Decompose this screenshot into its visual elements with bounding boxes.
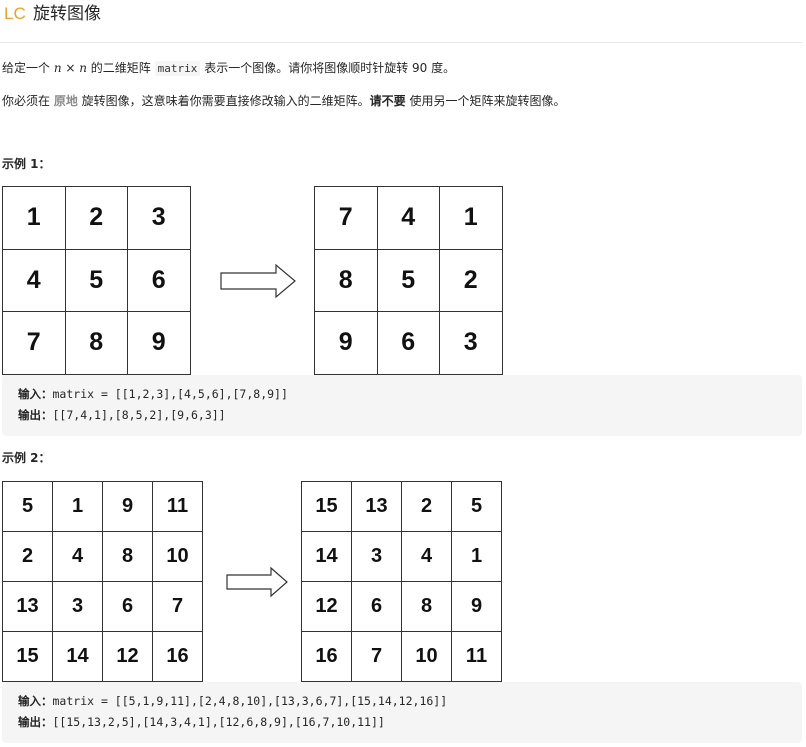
text: × [61, 61, 80, 75]
problem-page: LC 旋转图像 给定一个 n × n 的二维矩阵 matrix 表示一个图像。请… [0, 0, 806, 747]
output-label: 输出： [18, 715, 53, 729]
matrix-cell: 1 [452, 532, 502, 582]
matrix-cell: 9 [315, 312, 378, 375]
matrix-cell: 4 [402, 532, 452, 582]
example-1-input-line: 输入：matrix = [[1,2,3],[4,5,6],[7,8,9]] [18, 384, 786, 405]
matrix-cell: 14 [302, 532, 352, 582]
matrix-cell: 9 [128, 312, 191, 375]
matrix-cell: 15 [3, 632, 53, 682]
matrix-cell: 8 [103, 532, 153, 582]
matrix-cell: 7 [153, 582, 203, 632]
text: 旋转图像，这意味着你需要直接修改输入的二维矩阵。 [77, 94, 370, 108]
matrix-cell: 5 [452, 482, 502, 532]
matrix-cell: 3 [440, 312, 503, 375]
output-value: [[7,4,1],[8,5,2],[9,6,3]] [52, 408, 226, 422]
matrix-cell: 15 [302, 482, 352, 532]
matrix-cell: 8 [65, 312, 128, 375]
matrix-cell: 6 [377, 312, 440, 375]
matrix-cell: 3 [53, 582, 103, 632]
right-arrow-icon [226, 566, 288, 598]
matrix-cell: 6 [128, 249, 191, 312]
input-label: 输入： [18, 694, 53, 708]
matrix-cell: 7 [352, 632, 402, 682]
input-value: matrix = [[1,2,3],[4,5,6],[7,8,9]] [52, 387, 288, 401]
matrix-cell: 6 [103, 582, 153, 632]
page-title: 旋转图像 [33, 4, 101, 24]
text: 使用另一个矩阵来旋转图像。 [405, 94, 566, 108]
matrix-cell: 2 [65, 187, 128, 250]
output-label: 输出： [18, 408, 53, 422]
matrix-cell: 5 [65, 249, 128, 312]
matrix-cell: 7 [315, 187, 378, 250]
matrix-cell: 13 [3, 582, 53, 632]
matrix-cell: 3 [352, 532, 402, 582]
matrix-cell: 5 [377, 249, 440, 312]
bold-text: 请不要 [369, 94, 406, 108]
matrix-cell: 9 [452, 582, 502, 632]
description-paragraph-1: 给定一个 n × n 的二维矩阵 matrix 表示一个图像。请你将图像顺时针旋… [2, 60, 455, 77]
leetcode-logo: LC [4, 4, 26, 23]
matrix-cell: 13 [352, 482, 402, 532]
matrix-cell: 10 [153, 532, 203, 582]
matrix-cell: 1 [440, 187, 503, 250]
matrix-cell: 14 [53, 632, 103, 682]
input-label: 输入： [18, 387, 53, 401]
example-2-input-matrix: 5 1 9 11 2 4 8 10 13 3 6 7 15 14 12 16 [2, 481, 203, 682]
variable-n: n [53, 61, 62, 75]
in-place-link[interactable]: 原地 [54, 94, 78, 108]
matrix-cell: 4 [53, 532, 103, 582]
text: 的二维矩阵 [86, 61, 155, 75]
example-1-output-matrix: 741852963 [314, 186, 503, 375]
example-2-title: 示例 2： [2, 451, 51, 465]
matrix-cell: 2 [440, 249, 503, 312]
inline-code: matrix [154, 61, 201, 76]
matrix-cell: 8 [402, 582, 452, 632]
example-2-output-matrix: 15 13 2 5 14 3 4 1 12 6 8 9 16 7 10 11 [301, 481, 502, 682]
matrix-cell: 4 [377, 187, 440, 250]
variable-n: n [79, 61, 87, 75]
matrix-cell: 4 [3, 249, 66, 312]
description-paragraph-2: 你必须在 原地 旋转图像，这意味着你需要直接修改输入的二维矩阵。请不要 使用另一… [2, 93, 566, 109]
right-arrow-icon [220, 263, 296, 299]
matrix-cell: 12 [103, 632, 153, 682]
matrix-cell: 3 [128, 187, 191, 250]
matrix-cell: 12 [302, 582, 352, 632]
matrix-cell: 16 [302, 632, 352, 682]
example-2-code-block: 输入：matrix = [[5,1,9,11],[2,4,8,10],[13,3… [2, 682, 802, 743]
matrix-cell: 8 [315, 249, 378, 312]
matrix-cell: 11 [452, 632, 502, 682]
example-1-title: 示例 1： [2, 157, 51, 171]
matrix-cell: 6 [352, 582, 402, 632]
matrix-cell: 5 [3, 482, 53, 532]
matrix-cell: 1 [3, 187, 66, 250]
text: 给定一个 [2, 61, 54, 75]
page-header: LC 旋转图像 [0, 0, 802, 43]
matrix-cell: 2 [3, 532, 53, 582]
example-2-input-line: 输入：matrix = [[5,1,9,11],[2,4,8,10],[13,3… [18, 691, 786, 712]
matrix-cell: 10 [402, 632, 452, 682]
matrix-cell: 7 [3, 312, 66, 375]
text: 你必须在 [2, 94, 54, 108]
text: 表示一个图像。请你将图像顺时针旋转 90 度。 [200, 61, 456, 75]
matrix-cell: 1 [53, 482, 103, 532]
matrix-cell: 2 [402, 482, 452, 532]
matrix-cell: 9 [103, 482, 153, 532]
example-2-output-line: 输出：[[15,13,2,5],[14,3,4,1],[12,6,8,9],[1… [18, 712, 786, 733]
example-1-output-line: 输出：[[7,4,1],[8,5,2],[9,6,3]] [18, 405, 786, 426]
example-1-code-block: 输入：matrix = [[1,2,3],[4,5,6],[7,8,9]] 输出… [2, 375, 802, 436]
matrix-cell: 11 [153, 482, 203, 532]
input-value: matrix = [[5,1,9,11],[2,4,8,10],[13,3,6,… [52, 694, 448, 708]
output-value: [[15,13,2,5],[14,3,4,1],[12,6,8,9],[16,7… [52, 715, 385, 729]
matrix-cell: 16 [153, 632, 203, 682]
example-1-input-matrix: 123456789 [2, 186, 191, 375]
